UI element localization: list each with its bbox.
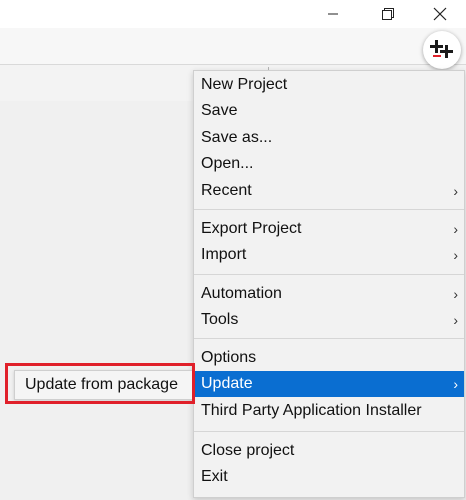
menu-item-new-project[interactable]: New Project <box>194 72 464 98</box>
menu-separator <box>194 338 464 339</box>
minimize-icon <box>328 13 338 15</box>
menu-item-exit[interactable]: Exit <box>194 464 464 490</box>
title-bar <box>0 0 466 28</box>
menu-item-tools[interactable]: Tools › <box>194 307 464 333</box>
menu-item-label: Tools <box>201 311 239 329</box>
restore-button[interactable] <box>368 0 408 28</box>
menu-item-options[interactable]: Options <box>194 345 464 371</box>
menu-item-recent[interactable]: Recent › <box>194 178 464 204</box>
menu-item-close-project[interactable]: Close project <box>194 438 464 464</box>
menu-item-open[interactable]: Open... <box>194 151 464 177</box>
menu-item-label: Automation <box>201 285 282 302</box>
menu-item-label: Exit <box>201 468 228 486</box>
restore-icon <box>382 8 394 20</box>
minimize-button[interactable] <box>313 0 353 28</box>
chevron-right-icon: › <box>453 221 458 237</box>
toolbar <box>0 28 466 65</box>
menu-item-label: Close project <box>201 442 295 459</box>
menu-separator <box>194 431 464 432</box>
app-logo-icon <box>430 40 453 58</box>
file-menu: New Project Save Save as... Open... Recent › E… <box>193 70 465 498</box>
chevron-right-icon: › <box>453 182 458 199</box>
menu-item-label: Import <box>201 246 247 264</box>
menu-item-label: Update <box>201 375 253 393</box>
close-button[interactable] <box>420 0 460 28</box>
menu-item-save-as[interactable]: Save as... <box>194 125 464 151</box>
menu-item-label: Third Party Application Installer <box>201 401 422 419</box>
menu-item-third-party-application-installer[interactable]: Third Party Application Installer <box>194 398 464 424</box>
chevron-right-icon: › <box>453 376 458 393</box>
menu-item-label: Recent <box>201 181 252 199</box>
menu-item-label: New Project <box>201 76 288 93</box>
menu-item-export-project[interactable]: Export Project › <box>194 216 464 242</box>
close-icon <box>433 7 447 21</box>
menu-item-save[interactable]: Save <box>194 98 464 124</box>
chevron-right-icon: › <box>453 286 458 302</box>
menu-separator <box>194 274 464 275</box>
menu-item-import[interactable]: Import › <box>194 242 464 268</box>
app-menu-button[interactable] <box>423 31 461 69</box>
menu-separator <box>194 209 464 210</box>
chevron-right-icon: › <box>453 312 458 329</box>
menu-item-label: Open... <box>201 155 254 173</box>
menu-item-label: Export Project <box>201 220 302 237</box>
menu-item-label: Save <box>201 102 238 120</box>
menu-item-label: Save as... <box>201 128 273 146</box>
menu-item-update[interactable]: Update › <box>194 371 464 398</box>
menu-item-automation[interactable]: Automation › <box>194 281 464 307</box>
menu-item-label: Options <box>201 349 257 366</box>
chevron-right-icon: › <box>453 247 458 264</box>
highlight-box <box>5 363 195 404</box>
